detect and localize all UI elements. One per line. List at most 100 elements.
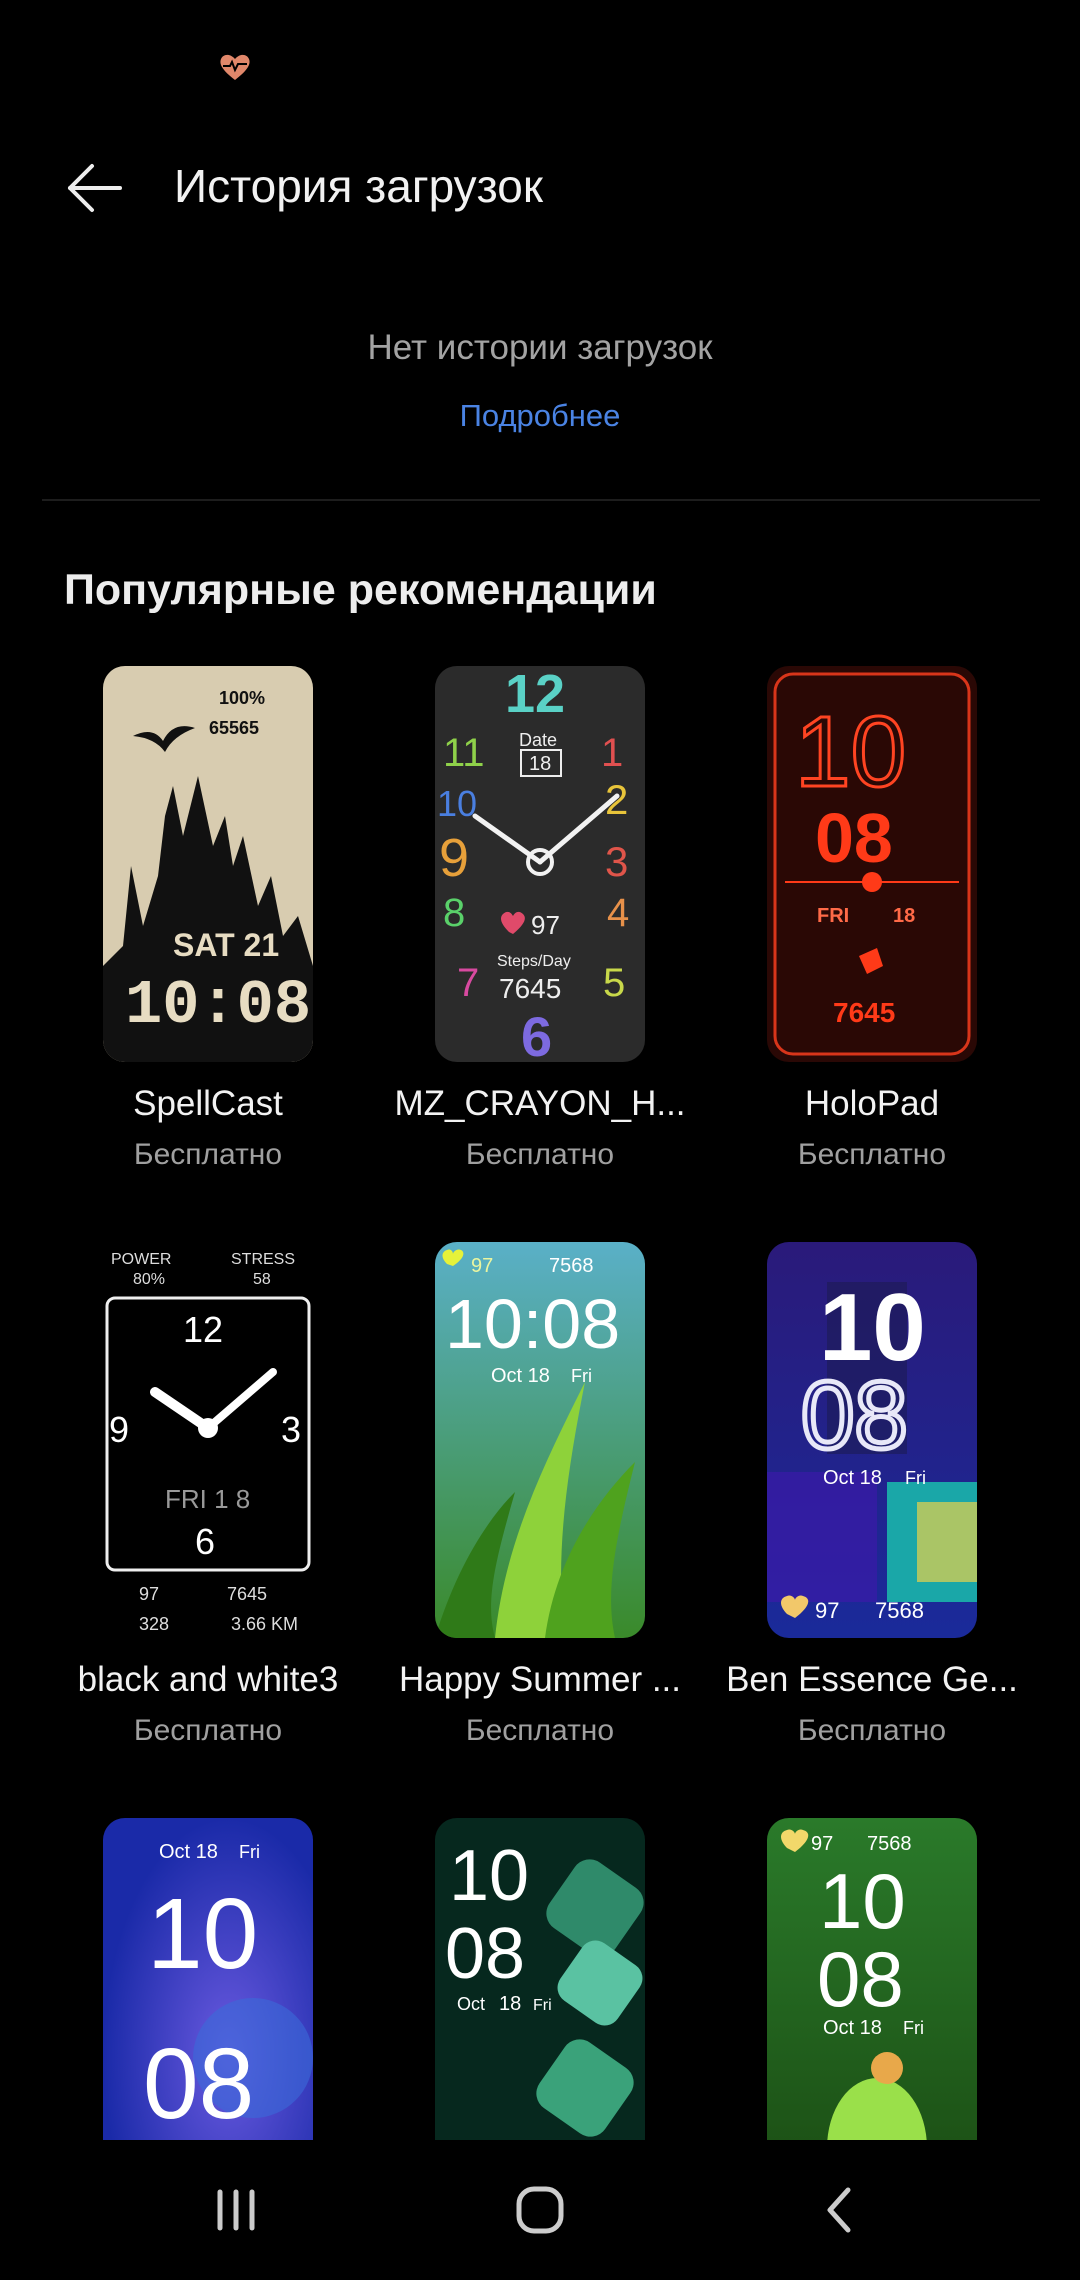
watchface-price: Бесплатно (465, 1714, 615, 1747)
weekday-value: FRI (817, 905, 849, 927)
calories-value: 328 (139, 1614, 169, 1634)
section-title: Популярные рекомендации (64, 566, 657, 614)
minute-value: 08 (143, 2028, 254, 2140)
back-chevron-icon (827, 2187, 851, 2233)
heart-value: 97 (471, 1255, 493, 1277)
numeral-12: 12 (505, 666, 565, 724)
minute-value: 08 (801, 1362, 908, 1469)
watchface-price: Бесплатно (133, 1138, 283, 1171)
numeral-9: 9 (439, 828, 469, 888)
day-value: Fri (533, 1997, 552, 2014)
watchface-thumbnail: 10 08 Oct 18 Fri 97 7568 (767, 1242, 977, 1638)
watchface-card-holopad[interactable]: 10 08 FRI 18 7645 HoloPad Бесплатно (707, 666, 1037, 1172)
numeral-6: 6 (195, 1521, 215, 1562)
watchface-name: SpellCast (133, 1084, 283, 1123)
power-value: 80% (133, 1271, 165, 1288)
numeral-4: 4 (607, 891, 629, 935)
heart-value: 97 (531, 910, 560, 940)
numeral-5: 5 (603, 961, 625, 1005)
hour-value: 10 (795, 696, 906, 808)
watchface-thumbnail: 97 7568 10:08 Oct 18 Fri (435, 1242, 645, 1638)
watchface-price: Бесплатно (797, 1714, 947, 1747)
numeral-7: 7 (457, 961, 479, 1005)
watchface-name: Ben Essence Ge... (726, 1660, 1018, 1699)
date-value: FRI 1 8 (165, 1484, 250, 1514)
page-title: История загрузок (174, 160, 543, 212)
minute-value: 08 (815, 799, 893, 877)
numeral-1: 1 (601, 731, 623, 775)
watchface-name: HoloPad (804, 1084, 940, 1123)
numeral-3: 3 (281, 1409, 301, 1450)
nav-back-button[interactable] (740, 2140, 940, 2280)
time-value: 10:08 (125, 970, 311, 1041)
heart-value: 97 (815, 1598, 839, 1623)
watchface-card-spellcast[interactable]: 100% 65565 SAT 21 10:08 SpellCast Беспла… (43, 666, 373, 1172)
heart-pulse-icon (220, 54, 250, 80)
steps-value: 7645 (227, 1584, 267, 1604)
date-value: Oct 18 (823, 1467, 882, 1489)
steps-value: 7568 (875, 1598, 924, 1623)
divider (42, 499, 1040, 501)
day-number-value: 18 (499, 1993, 521, 2015)
date-value: Oct 18 (823, 2017, 882, 2039)
date-value: SAT 21 (173, 927, 279, 963)
numeral-12: 12 (183, 1309, 223, 1350)
battery-value: 100% (219, 688, 265, 708)
day-value: Fri (905, 1468, 926, 1488)
watchface-name: Happy Summer ... (398, 1660, 682, 1699)
day-value: 18 (529, 753, 551, 775)
heart-value: 97 (139, 1584, 159, 1604)
watchface-price: Бесплатно (465, 1138, 615, 1171)
stress-value: 58 (253, 1271, 271, 1288)
numeral-11: 11 (443, 731, 485, 775)
empty-history-message: Нет истории загрузок (367, 328, 713, 367)
day-value: Fri (571, 1366, 592, 1386)
watchface-card-ben-essence[interactable]: 10 08 Oct 18 Fri 97 7568 Ben Essence Ge.… (707, 1242, 1037, 1748)
day-value: Fri (239, 1842, 260, 1862)
steps-label: Steps/Day (497, 953, 571, 970)
distance-value: 3.66 KM (231, 1614, 298, 1634)
date-value: 18 (893, 905, 915, 927)
arrow-left-icon (68, 164, 122, 212)
date-value: Oct 18 (159, 1841, 218, 1863)
hour-value: 10 (819, 1857, 906, 1945)
watchface-thumbnail: POWER 80% STRESS 58 12 3 6 9 FRI 1 8 97 … (103, 1242, 313, 1638)
steps-value: 7645 (499, 973, 561, 1004)
home-button[interactable] (440, 2140, 640, 2280)
time-value: 10:08 (445, 1285, 620, 1363)
watchface-card-happy-summer[interactable]: 97 7568 10:08 Oct 18 Fri Happy Summer ..… (375, 1242, 705, 1748)
app-bar: История загрузок (0, 130, 1080, 240)
steps-value: 7645 (833, 997, 895, 1028)
minute-value: 08 (445, 1914, 525, 1994)
watchface-price: Бесплатно (133, 1714, 283, 1747)
recent-apps-button[interactable] (136, 2140, 336, 2280)
numeral-10: 10 (437, 783, 477, 824)
back-button[interactable] (56, 150, 132, 226)
watchface-name: MZ_CRAYON_H... (394, 1084, 686, 1123)
steps-value: 65565 (209, 718, 259, 738)
watchface-card-mz-crayon[interactable]: 12 1 2 3 4 5 6 7 8 9 10 11 Date 18 97 St… (375, 666, 705, 1172)
steps-value: 7568 (549, 1255, 594, 1277)
date-value: Oct 18 (491, 1365, 550, 1387)
home-icon (516, 2186, 564, 2234)
learn-more-link[interactable]: Подробнее (0, 398, 1080, 434)
stress-label: STRESS (231, 1251, 295, 1268)
date-label: Date (519, 730, 557, 750)
day-value: Fri (903, 2018, 924, 2038)
numeral-8: 8 (443, 891, 465, 935)
numeral-6: 6 (521, 1005, 552, 1062)
minute-value: 08 (817, 1935, 904, 2023)
power-label: POWER (111, 1251, 171, 1268)
watchface-card-black-and-white3[interactable]: POWER 80% STRESS 58 12 3 6 9 FRI 1 8 97 … (43, 1242, 373, 1748)
status-bar (0, 0, 1080, 120)
watchface-thumbnail: 10 08 FRI 18 7645 (767, 666, 977, 1062)
watchface-thumbnail: 100% 65565 SAT 21 10:08 (103, 666, 313, 1062)
numeral-9: 9 (109, 1409, 129, 1450)
date-value: Oct (457, 1994, 485, 2014)
hour-value: 10 (147, 1878, 258, 1990)
watchface-price: Бесплатно (797, 1138, 947, 1171)
hour-value: 10 (449, 1836, 529, 1916)
watchface-name: black and white3 (77, 1660, 339, 1699)
numeral-3: 3 (605, 838, 628, 885)
recent-apps-icon (217, 2189, 255, 2231)
